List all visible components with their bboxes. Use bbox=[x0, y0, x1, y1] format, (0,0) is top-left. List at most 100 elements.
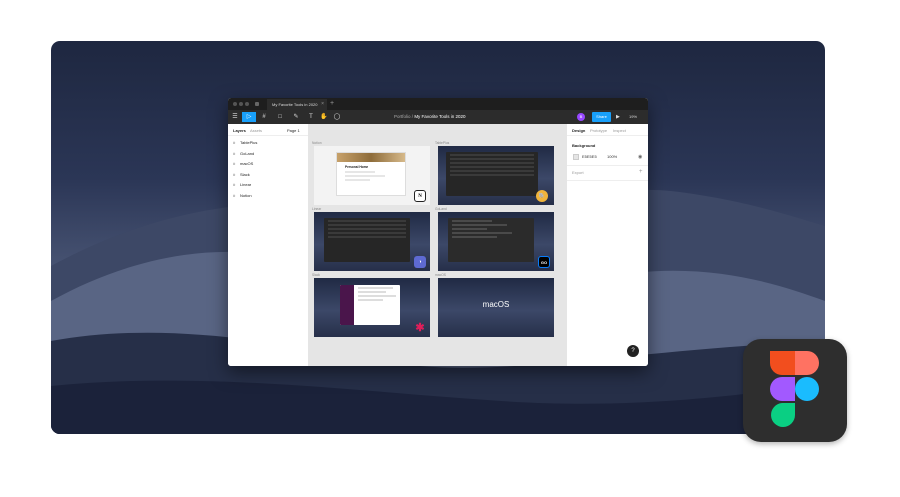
background-color-swatch[interactable] bbox=[573, 154, 579, 160]
notion-page-title: Personal Home bbox=[345, 165, 369, 169]
divider bbox=[567, 165, 648, 166]
frame-icon: # bbox=[233, 171, 236, 177]
figma-window: My Favorite Tools in 2020 × + ☰ ▷ # □ ✎ … bbox=[228, 98, 648, 366]
new-tab-icon[interactable]: + bbox=[330, 98, 334, 110]
goland-logo-icon: GO bbox=[538, 256, 550, 268]
slack-sidebar bbox=[340, 285, 354, 325]
tab-design[interactable]: Design bbox=[572, 128, 585, 133]
tab-assets[interactable]: Assets bbox=[250, 128, 262, 133]
close-dot[interactable] bbox=[233, 102, 237, 106]
avatar[interactable]: B bbox=[577, 113, 585, 121]
message-line bbox=[358, 295, 396, 297]
layer-item[interactable]: # Slack bbox=[228, 170, 308, 181]
frame-label-macos: macOS bbox=[435, 273, 446, 277]
issue-row bbox=[328, 228, 406, 230]
table-row bbox=[450, 162, 534, 164]
visibility-eye-icon[interactable]: ◉ bbox=[638, 154, 642, 160]
message-line bbox=[358, 299, 383, 301]
issue-row bbox=[328, 224, 406, 226]
issue-row bbox=[328, 220, 406, 222]
text-tool-icon[interactable]: T bbox=[306, 112, 316, 122]
frame-macos[interactable]: macOS bbox=[438, 278, 554, 337]
layers-panel: Layers Assets Page 1 # TablePlus # GoLand … bbox=[228, 124, 309, 366]
issue-row bbox=[328, 232, 406, 234]
design-canvas[interactable]: Notion Personal Home N TablePlus 🐘 Linea… bbox=[309, 124, 566, 366]
frame-label-goland: GoLand bbox=[435, 207, 447, 211]
notion-line bbox=[345, 179, 370, 181]
help-button[interactable]: ? bbox=[627, 345, 639, 357]
layer-item[interactable]: # GoLand bbox=[228, 149, 308, 160]
linear-logo-icon: ◑ bbox=[414, 256, 426, 268]
file-tab[interactable]: My Favorite Tools in 2020 × bbox=[267, 99, 327, 110]
code-line bbox=[452, 232, 512, 234]
properties-panel-tabs: Design Prototype Inspect bbox=[567, 124, 648, 136]
menu-icon[interactable]: ☰ bbox=[230, 112, 240, 122]
present-play-icon[interactable]: ▶ bbox=[616, 112, 620, 122]
figma-logo-orange bbox=[795, 351, 819, 375]
figma-app-icon bbox=[743, 339, 847, 442]
code-line bbox=[452, 224, 507, 226]
tab-inspect[interactable]: Inspect bbox=[613, 128, 626, 133]
pen-tool-icon[interactable]: ✎ bbox=[290, 112, 302, 122]
notion-page: Personal Home bbox=[336, 152, 406, 196]
breadcrumb-separator: / bbox=[411, 114, 414, 119]
frame-slack[interactable]: ✱ bbox=[314, 278, 430, 337]
frame-label-slack: Slack bbox=[312, 273, 321, 277]
frame-icon: # bbox=[233, 150, 236, 156]
comment-tool-icon[interactable]: ◯ bbox=[332, 112, 342, 122]
shape-tool-icon[interactable]: □ bbox=[274, 112, 286, 122]
hand-tool-icon[interactable]: ✋ bbox=[319, 112, 329, 122]
page-selector[interactable]: Page 1 bbox=[287, 128, 300, 133]
code-line bbox=[452, 228, 487, 230]
share-button[interactable]: Share bbox=[592, 112, 611, 122]
layer-item[interactable]: # Notion bbox=[228, 191, 308, 202]
home-icon[interactable] bbox=[255, 102, 259, 106]
background-hex-input[interactable]: E5E5E5 bbox=[582, 154, 597, 160]
frame-tableplus[interactable]: 🐘 bbox=[438, 146, 554, 205]
notion-cover bbox=[337, 153, 405, 162]
tab-prototype[interactable]: Prototype bbox=[590, 128, 607, 133]
export-section-title: Export bbox=[572, 170, 584, 175]
tab-close-icon[interactable]: × bbox=[321, 99, 324, 110]
slack-window bbox=[340, 285, 400, 325]
table-row bbox=[450, 166, 534, 168]
frame-icon: # bbox=[233, 161, 236, 166]
move-tool-icon[interactable]: ▷ bbox=[242, 112, 256, 122]
frame-label-linear: Linear bbox=[312, 207, 322, 211]
figma-logo-red bbox=[770, 351, 795, 375]
add-export-icon[interactable]: + bbox=[639, 169, 643, 175]
layer-label: Notion bbox=[240, 192, 252, 198]
minimize-dot[interactable] bbox=[239, 102, 243, 106]
tableplus-elephant-icon: 🐘 bbox=[536, 190, 548, 202]
layer-item[interactable]: # TablePlus bbox=[228, 138, 308, 149]
message-line bbox=[358, 287, 393, 289]
breadcrumb-file[interactable]: My Favorite Tools in 2020 bbox=[414, 114, 465, 119]
layer-item[interactable]: # macOS bbox=[228, 159, 308, 170]
title-bar: My Favorite Tools in 2020 × + bbox=[228, 98, 648, 110]
frame-notion[interactable]: Personal Home N bbox=[314, 146, 430, 205]
notion-line bbox=[345, 171, 375, 173]
figma-logo-purple bbox=[770, 377, 795, 401]
slack-logo-icon: ✱ bbox=[415, 322, 425, 334]
layer-item[interactable]: # Linear bbox=[228, 180, 308, 191]
tab-layers[interactable]: Layers bbox=[233, 128, 246, 133]
breadcrumb: Portfolio / My Favorite Tools in 2020 bbox=[394, 110, 466, 124]
frame-icon: # bbox=[233, 140, 236, 145]
toolbar: ☰ ▷ # □ ✎ T ✋ ◯ Portfolio / My Favorite … bbox=[228, 110, 648, 124]
stage: My Favorite Tools in 2020 × + ☰ ▷ # □ ✎ … bbox=[0, 0, 900, 497]
breadcrumb-project[interactable]: Portfolio bbox=[394, 114, 411, 119]
frame-icon: # bbox=[233, 182, 236, 187]
background-section-title: Background bbox=[572, 143, 596, 148]
zoom-dropdown[interactable]: 19% bbox=[629, 112, 637, 122]
background-opacity-input[interactable]: 100% bbox=[607, 154, 617, 160]
frame-linear[interactable]: ◑ bbox=[314, 212, 430, 271]
frame-label-tableplus: TablePlus bbox=[435, 141, 450, 145]
frame-goland[interactable]: GO bbox=[438, 212, 554, 271]
zoom-dot[interactable] bbox=[245, 102, 249, 106]
linear-window bbox=[324, 218, 410, 262]
frame-tool-icon[interactable]: # bbox=[258, 112, 270, 122]
message-line bbox=[358, 291, 386, 293]
frame-icon: # bbox=[233, 192, 236, 198]
layer-label: macOS bbox=[240, 161, 254, 166]
goland-window bbox=[448, 218, 534, 262]
